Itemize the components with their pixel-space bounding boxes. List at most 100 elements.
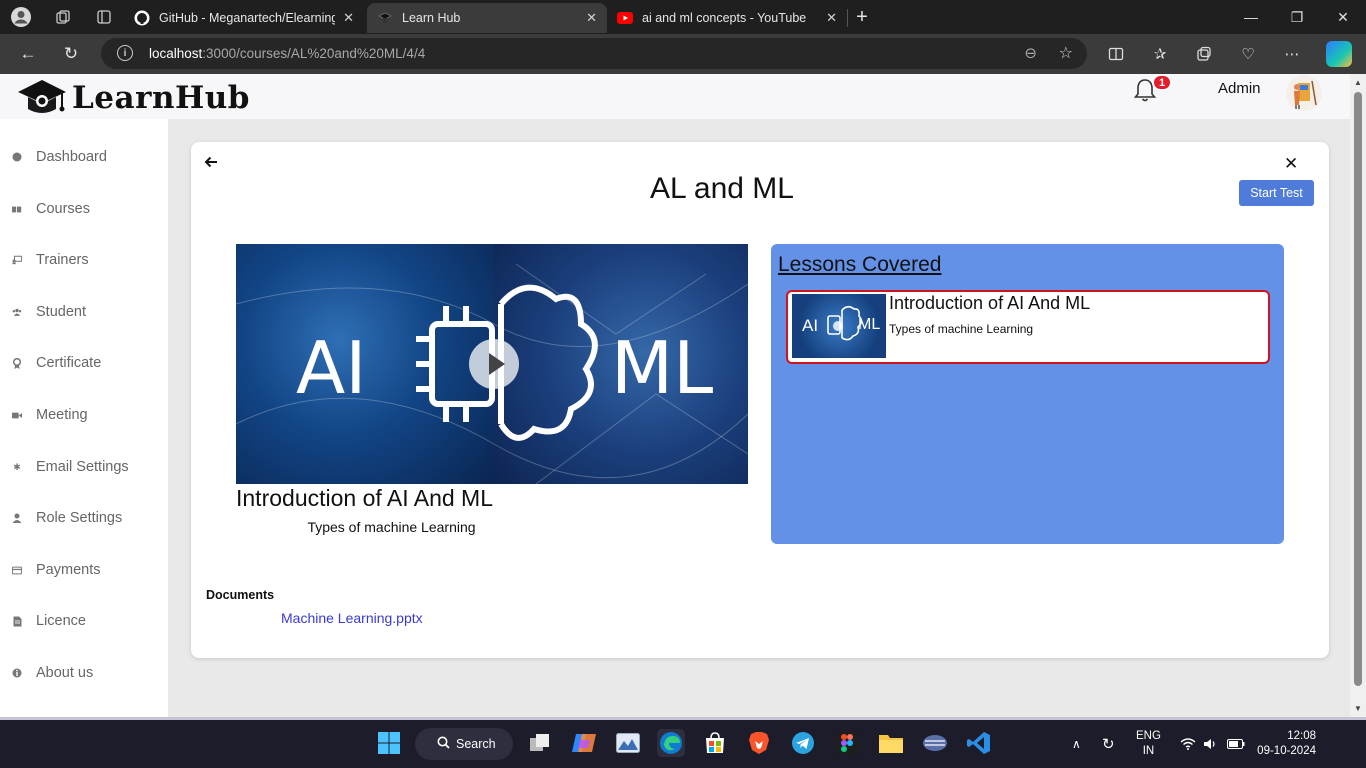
sidebar-item-label: Courses [36,201,90,217]
scrollbar-thumb[interactable] [1354,92,1362,686]
sidebar-item-label: Student [36,304,86,320]
scroll-down-icon[interactable]: ▼ [1354,704,1362,713]
address-bar[interactable]: i localhost:3000/courses/AL%20and%20ML/4… [101,38,1087,69]
tab-learn-hub[interactable]: Learn Hub ✕ [367,3,607,33]
workspaces-icon[interactable] [52,6,74,28]
brave-app-icon[interactable] [745,729,773,757]
windows-start-icon[interactable] [375,729,403,757]
window-close-icon[interactable]: ✕ [1328,6,1358,28]
telegram-app-icon[interactable] [789,729,817,757]
sidebar-item-student[interactable]: Student [12,302,86,322]
brand-logo[interactable]: LearnHub [14,76,250,120]
lessons-heading: Lessons Covered [778,253,942,276]
courses-icon [12,204,22,214]
document-link[interactable]: Machine Learning.pptx [281,610,423,626]
favorite-star-icon[interactable]: ☆ [1059,43,1073,63]
info-icon [12,668,22,678]
sidebar-item-about-us[interactable]: About us [12,663,93,683]
sidebar-item-licence[interactable]: Licence [12,611,86,631]
favorites-icon[interactable]: ✰ [1149,43,1171,65]
sidebar: Dashboard Courses Trainers Student Certi… [0,119,168,717]
figma-app-icon[interactable] [833,729,861,757]
tab-actions-icon[interactable] [93,6,115,28]
tab-title: GitHub - Meganartech/Elearning [159,11,336,25]
tab-youtube[interactable]: ai and ml concepts - YouTube ✕ [607,3,847,33]
zoom-icon[interactable]: ⊖ [1024,44,1037,62]
taskbar-search[interactable]: Search [415,728,513,760]
tab-github[interactable]: GitHub - Meganartech/Elearning ✕ [124,3,364,33]
copilot-icon[interactable] [1326,41,1352,67]
lesson-thumb-left-text: AI [802,316,819,335]
windows-taskbar: Search ∧ ↻ ENG IN 12:08 09-10-2024 [0,720,1366,768]
clock-date: 09-10-2024 [1257,745,1316,757]
photos-app-icon[interactable] [614,729,642,757]
profile-icon[interactable] [10,6,32,28]
sidebar-item-role-settings[interactable]: Role Settings [12,508,122,528]
sidebar-item-email-settings[interactable]: ✱ Email Settings [12,457,128,477]
sidebar-item-label: Dashboard [36,149,107,165]
split-screen-icon[interactable] [1105,43,1127,65]
sidebar-item-meeting[interactable]: Meeting [12,405,88,425]
minimize-icon[interactable]: — [1236,6,1266,28]
notification-badge: 1 [1152,74,1172,91]
copilot-app-icon[interactable] [570,729,598,757]
language-indicator[interactable]: ENG IN [1136,729,1161,759]
collections-icon[interactable] [1193,43,1215,65]
close-tab-icon[interactable]: ✕ [586,10,597,26]
learnhub-icon [377,10,393,26]
brand-name: LearnHub [72,80,250,116]
close-tab-icon[interactable]: ✕ [826,10,837,26]
video-right-text: ML [611,326,714,410]
wifi-icon[interactable] [1180,720,1196,768]
gear-icon: ✱ [13,461,21,472]
trainers-icon [12,255,22,265]
close-icon[interactable]: ✕ [1284,154,1298,174]
user-name[interactable]: Admin [1218,80,1261,97]
terminal-app-icon[interactable] [921,729,949,757]
sidebar-item-certificate[interactable]: Certificate [12,353,101,373]
video-player[interactable]: AI ML [236,244,748,484]
taskbar-clock[interactable]: 12:08 09-10-2024 [1256,729,1316,759]
tray-overflow-icon[interactable]: ∧ [1072,720,1081,768]
back-arrow-icon[interactable] [204,154,218,174]
edge-app-icon[interactable] [657,729,685,757]
close-tab-icon[interactable]: ✕ [343,10,354,26]
sidebar-item-label: Meeting [36,407,88,423]
youtube-icon [617,10,633,26]
lesson-item-title: Introduction of AI And ML [889,293,1091,313]
sync-icon[interactable]: ↻ [1102,720,1115,768]
browser-tab-bar: GitHub - Meganartech/Elearning ✕ Learn H… [0,0,1366,34]
page-scrollbar[interactable]: ▲ ▼ [1350,74,1366,717]
volume-icon[interactable] [1203,720,1217,768]
lesson-thumbnail: AI ML [792,294,886,358]
back-icon[interactable]: ← [17,43,39,65]
more-menu-icon[interactable]: ⋯ [1281,43,1303,65]
sidebar-item-label: Role Settings [36,510,123,526]
video-camera-icon [12,410,22,420]
store-app-icon[interactable] [701,729,729,757]
dashboard-icon [12,152,22,162]
scroll-up-icon[interactable]: ▲ [1354,78,1362,87]
refresh-icon[interactable]: ↻ [60,43,82,65]
start-test-button[interactable]: Start Test [1239,180,1314,206]
vscode-app-icon[interactable] [965,729,993,757]
sidebar-item-payments[interactable]: Payments [12,560,100,580]
lesson-item[interactable]: AI ML Introduction of AI And ML Types of… [786,290,1270,364]
user-icon [12,513,22,523]
url-host: localhost [149,46,203,61]
task-view-icon[interactable] [526,729,554,757]
restore-icon[interactable]: ❐ [1282,6,1312,28]
battery-icon[interactable] [1227,720,1245,768]
play-icon[interactable] [469,339,519,389]
browser-essentials-icon[interactable]: ♡ [1237,43,1259,65]
sidebar-item-trainers[interactable]: Trainers [12,250,89,270]
sidebar-item-dashboard[interactable]: Dashboard [12,147,107,167]
graduation-cap-icon [14,76,70,120]
avatar[interactable] [1286,75,1322,111]
file-explorer-icon[interactable] [877,729,905,757]
browser-toolbar: ← ↻ i localhost:3000/courses/AL%20and%20… [0,34,1366,74]
site-info-icon[interactable]: i [117,45,133,61]
document-icon [12,616,22,626]
new-tab-icon[interactable]: + [851,6,873,28]
sidebar-item-courses[interactable]: Courses [12,199,90,219]
